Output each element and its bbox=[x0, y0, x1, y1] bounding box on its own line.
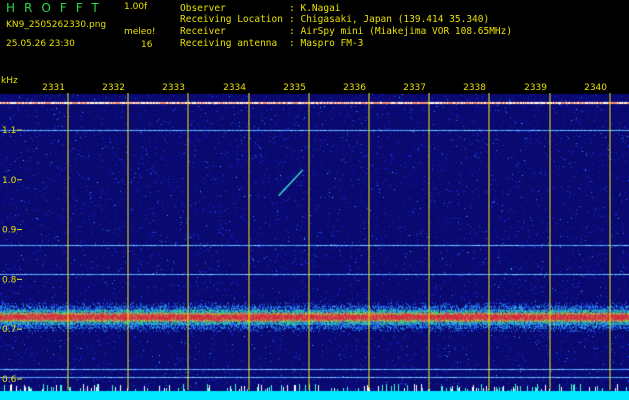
time-tick-label: 2336 bbox=[343, 83, 366, 93]
header: HROFFT 1.00f KN9_2505262330.png meleo! 2… bbox=[0, 0, 629, 76]
frequency-tick-label: 1.0 bbox=[2, 176, 17, 186]
frequency-tick-label: 1.1 bbox=[2, 126, 16, 136]
frequency-tick-label: 0.8 bbox=[2, 275, 17, 285]
spectrogram-axes: kHz 2331 2332 2333 2334 2335 2336 2337 2338 2339… bbox=[1, 76, 611, 390]
meta-sep: : bbox=[289, 26, 295, 37]
file-name: KN9_2505262330.png bbox=[6, 20, 107, 30]
meta-value: AirSpy mini (Miakejima VOR 108.65MHz) bbox=[300, 26, 513, 37]
meta-sep: : bbox=[289, 3, 295, 14]
time-tick-label: 2332 bbox=[102, 83, 125, 93]
frequency-tick-labels: 1.1 1.0 0.9 0.8 0.7 0.6 bbox=[2, 126, 22, 385]
meta-sep: : bbox=[289, 14, 295, 25]
meta-value: K.Nagai bbox=[300, 3, 341, 14]
time-tick-label: 2339 bbox=[524, 83, 547, 93]
app-brand: HROFFT bbox=[6, 1, 108, 15]
timestamp: 25.05.26 23:30 bbox=[6, 39, 75, 49]
time-tick-label: 2331 bbox=[42, 83, 65, 93]
meteor-count-value: 16 bbox=[141, 40, 153, 50]
time-tick-label: 2338 bbox=[463, 83, 486, 93]
time-tick-label: 2337 bbox=[403, 83, 426, 93]
meta-value: Chigasaki, Japan (139.414 35.340) bbox=[300, 14, 490, 25]
meta-value-observer: : K.Nagai bbox=[289, 4, 341, 14]
time-tick-label: 2333 bbox=[162, 83, 185, 93]
meta-key-location: Receiving Location bbox=[180, 14, 283, 25]
meta-value-location: : Chigasaki, Japan (139.414 35.340) bbox=[289, 15, 489, 25]
frequency-tick-label: 0.9 bbox=[2, 226, 17, 236]
meteor-count-label: meleo! bbox=[124, 27, 156, 37]
meta-sep: : bbox=[289, 38, 295, 49]
app-version: 1.00f bbox=[124, 2, 148, 12]
time-grid bbox=[67, 93, 611, 390]
frequency-tick-label: 0.6 bbox=[2, 375, 17, 385]
meta-value-receiver: : AirSpy mini (Miakejima VOR 108.65MHz) bbox=[289, 27, 512, 37]
meta-key-receiver: Receiver bbox=[180, 26, 226, 37]
y-axis-unit-label: kHz bbox=[1, 76, 18, 86]
spectrogram-panel: kHz 2331 2332 2333 2334 2335 2336 2337 2338 2339… bbox=[0, 76, 629, 400]
meta-key-antenna: Receiving antenna bbox=[180, 38, 278, 49]
time-tick-label: 2340 bbox=[584, 83, 607, 93]
time-tick-label: 2334 bbox=[223, 83, 246, 93]
meta-key-observer: Observer bbox=[180, 3, 226, 14]
meta-value-antenna: : Maspro FM-3 bbox=[289, 39, 363, 49]
meta-value: Maspro FM-3 bbox=[300, 38, 364, 49]
time-tick-labels: 2331 2332 2333 2334 2335 2336 2337 2338 2339 2340 bbox=[42, 83, 607, 93]
frequency-tick-label: 0.7 bbox=[2, 325, 16, 335]
time-tick-label: 2335 bbox=[283, 83, 306, 93]
